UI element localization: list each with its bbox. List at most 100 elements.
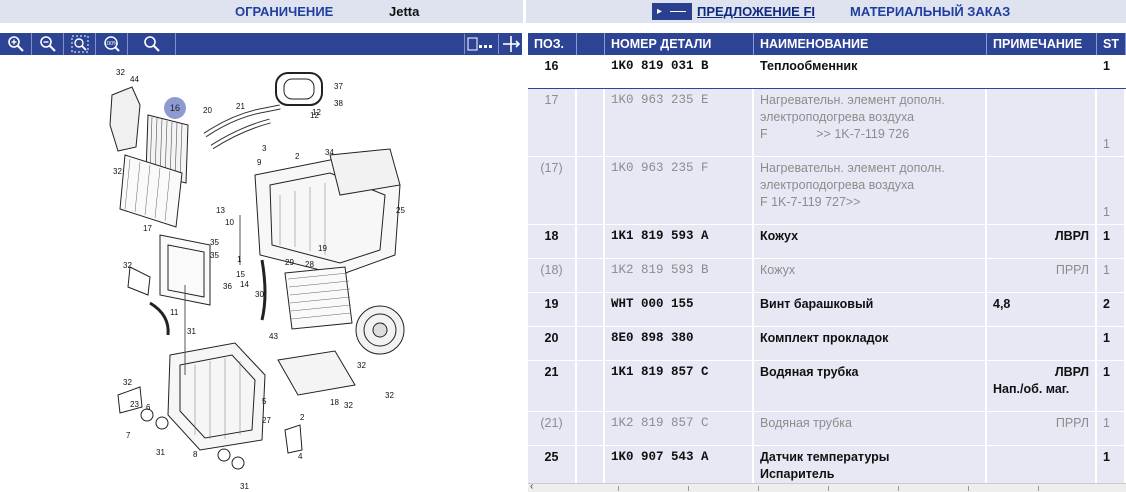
- row-mark: [577, 225, 625, 258]
- col-part-number[interactable]: НОМЕР ДЕТАЛИ: [605, 33, 754, 55]
- exploded-view-drawing: 16 32 44 20 21 37 38 12 2 34 32 17 13 10…: [109, 68, 405, 491]
- row-mark: [577, 361, 625, 411]
- row-name-line2: электроподогрева воздуха: [760, 110, 915, 124]
- row-part-number: 1K1 819 593 A: [605, 225, 754, 258]
- table-row[interactable]: 16 1K0 819 031 B Теплообменник 1: [528, 55, 1126, 89]
- row-pos: 19: [528, 293, 577, 326]
- svg-text:28: 28: [305, 260, 314, 269]
- svg-text:1: 1: [237, 255, 242, 264]
- row-pos: 18: [528, 225, 577, 258]
- row-st: 1: [1097, 327, 1126, 360]
- zoom-100-label: 100%: [103, 41, 117, 47]
- svg-text:31: 31: [240, 482, 249, 491]
- row-st: 1: [1097, 89, 1126, 156]
- row-note: [987, 327, 1097, 360]
- row-pos: 16: [528, 55, 577, 88]
- row-note: [987, 89, 1097, 156]
- row-part-number: 1K0 907 543 A: [605, 446, 754, 483]
- row-note-line2: Нап./об. маг.: [993, 382, 1070, 396]
- svg-text:20: 20: [203, 106, 212, 115]
- svg-text:37: 37: [334, 82, 343, 91]
- row-part-number: 1K0 963 235 F: [605, 157, 754, 224]
- row-name: Теплообменник: [754, 55, 987, 88]
- row-note: ЛВРЛ: [987, 225, 1097, 258]
- row-pos: 21: [528, 361, 577, 411]
- row-part-number: 8E0 898 380: [605, 327, 754, 360]
- horizontal-scrollbar[interactable]: ‹: [528, 481, 1126, 492]
- row-st: 1: [1097, 225, 1126, 258]
- zoom-area-icon[interactable]: [64, 33, 96, 55]
- row-name-line2: Испаритель: [760, 467, 835, 481]
- svg-text:32: 32: [113, 167, 122, 176]
- row-name-line2: электроподогрева воздуха: [760, 178, 915, 192]
- svg-text:31: 31: [156, 448, 165, 457]
- svg-text:32: 32: [357, 361, 366, 370]
- svg-text:3: 3: [262, 144, 267, 153]
- row-name: Винт барашковый: [754, 293, 987, 326]
- svg-text:32: 32: [123, 378, 132, 387]
- svg-text:32: 32: [344, 401, 353, 410]
- limit-link[interactable]: ОГРАНИЧЕНИЕ: [235, 4, 333, 19]
- scroll-tick: [898, 486, 899, 491]
- zoom-in-icon[interactable]: [0, 33, 32, 55]
- row-part-number: 1K2 819 593 B: [605, 259, 754, 292]
- row-name: Комплект прокладок: [754, 327, 987, 360]
- row-mark: [577, 157, 605, 224]
- search-icon[interactable]: [128, 33, 176, 55]
- col-pos[interactable]: ПОЗ.: [528, 33, 577, 55]
- col-st[interactable]: ST: [1097, 33, 1126, 55]
- table-row[interactable]: 19 WHT 000 155 Винт барашковый 4,8 2: [528, 293, 1126, 327]
- svg-text:10: 10: [225, 218, 234, 227]
- svg-text:19: 19: [318, 244, 327, 253]
- svg-text:15: 15: [236, 270, 245, 279]
- parts-diagram[interactable]: 16 32 44 20 21 37 38 12 2 34 32 17 13 10…: [0, 55, 522, 492]
- svg-text:17: 17: [143, 224, 152, 233]
- svg-text:36: 36: [223, 282, 232, 291]
- table-row[interactable]: (21) 1K2 819 857 C Водяная трубка ПРРЛ 1: [528, 412, 1126, 446]
- row-mark: [577, 446, 625, 483]
- col-name[interactable]: НАИМЕНОВАНИЕ: [754, 33, 987, 55]
- row-mark: [577, 89, 605, 156]
- svg-text:21: 21: [236, 102, 245, 111]
- table-row[interactable]: 18 1K1 819 593 A Кожух ЛВРЛ 1: [528, 225, 1126, 259]
- move-icon[interactable]: [498, 34, 522, 54]
- table-row[interactable]: 21 1K1 819 857 C Водяная трубка ЛВРЛ Нап…: [528, 361, 1126, 412]
- row-note: ПРРЛ: [987, 259, 1097, 292]
- row-pos: 20: [528, 327, 577, 360]
- scroll-tick: [1038, 486, 1039, 491]
- offer-fi-link[interactable]: ПРЕДЛОЖЕНИЕ FI: [697, 4, 815, 19]
- table-row[interactable]: 20 8E0 898 380 Комплект прокладок 1: [528, 327, 1126, 361]
- scroll-tick: [968, 486, 969, 491]
- row-note: ПРРЛ: [987, 412, 1097, 445]
- row-pos: (18): [528, 259, 577, 292]
- row-note: [987, 446, 1097, 483]
- diagram-toolbar: 100%: [0, 33, 522, 55]
- offer-arrow-icon[interactable]: ▸: [652, 3, 692, 20]
- svg-text:44: 44: [130, 75, 139, 84]
- layout-icon[interactable]: [464, 34, 498, 54]
- scroll-tick: [618, 486, 619, 491]
- row-st: 1: [1097, 259, 1126, 292]
- scroll-tick: [828, 486, 829, 491]
- row-st: 1: [1097, 412, 1126, 445]
- scroll-left-icon[interactable]: ‹: [530, 481, 533, 492]
- col-mark[interactable]: [577, 33, 605, 55]
- table-row[interactable]: (18) 1K2 819 593 B Кожух ПРРЛ 1: [528, 259, 1126, 293]
- table-row[interactable]: 25 1K0 907 543 A Датчик температуры Испа…: [528, 446, 1126, 483]
- svg-text:2: 2: [300, 413, 305, 422]
- row-name: Датчик температуры Испаритель: [754, 446, 987, 483]
- table-row[interactable]: (17) 1K0 963 235 F Нагревательн. элемент…: [528, 157, 1126, 225]
- row-mark: [577, 259, 605, 292]
- col-note[interactable]: ПРИМЕЧАНИЕ: [987, 33, 1097, 55]
- row-name-line1: Нагревательн. элемент дополн.: [760, 93, 945, 107]
- row-st: 2: [1097, 293, 1126, 326]
- row-mark: [577, 327, 625, 360]
- model-name: Jetta: [389, 4, 420, 19]
- table-row[interactable]: 17 1K0 963 235 E Нагревательн. элемент д…: [528, 89, 1126, 157]
- zoom-out-icon[interactable]: [32, 33, 64, 55]
- svg-text:7: 7: [126, 431, 131, 440]
- zoom-100-icon[interactable]: 100%: [96, 33, 128, 55]
- row-pos: 25: [528, 446, 577, 483]
- material-order-link[interactable]: МАТЕРИАЛЬНЫЙ ЗАКАЗ: [850, 4, 1010, 19]
- top-bar: ОГРАНИЧЕНИЕ Jetta ▸ ПРЕДЛОЖЕНИЕ FI МАТЕР…: [0, 0, 1126, 23]
